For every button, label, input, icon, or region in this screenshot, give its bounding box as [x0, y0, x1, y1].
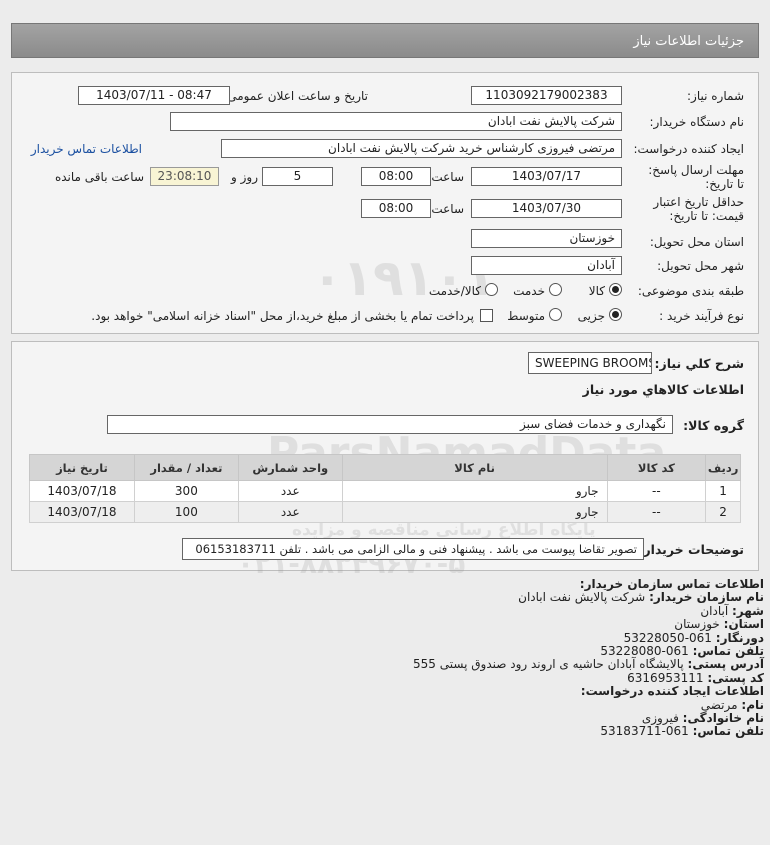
province-field: خوزستان	[471, 229, 622, 248]
goods-table: ردیف کد کالا نام کالا واحد شمارش تعداد /…	[29, 454, 741, 523]
radio-checked-icon	[609, 308, 622, 321]
contact-city: شهر: آبادان	[700, 603, 764, 618]
treasury-checkbox[interactable]	[480, 309, 493, 322]
validity-time-label: ساعت	[431, 202, 464, 216]
cell-unit: عدد	[237, 501, 343, 523]
category-service-radio[interactable]	[548, 282, 562, 298]
remaining-label: ساعت باقی مانده	[54, 170, 144, 184]
creator-name: نام: مرتضی	[700, 697, 764, 712]
process-small-radio[interactable]	[608, 307, 622, 323]
radio-unchecked-icon	[549, 308, 562, 321]
deadline-label: مهلت ارسال پاسخ: تا تاریخ:	[648, 163, 744, 191]
need-info-panel: ۰۱۹۱۰۱ شماره نیاز: 1103092179002383 تاری…	[11, 72, 759, 334]
general-desc-field: SWEEPING BROOMS	[528, 352, 652, 374]
watermark-subline: پایگاه اطلاع رسانی مناقصه و مزایده	[292, 520, 596, 540]
validity-date-field: 1403/07/30	[471, 199, 622, 218]
buyer-org-field: شرکت پالایش نفت ابادان	[170, 112, 622, 131]
process-medium-label: متوسط	[507, 309, 545, 323]
process-small-label: جزیی	[577, 309, 605, 323]
deadline-time-label: ساعت	[431, 170, 464, 184]
watermark-number: ۰۱۹۱۰۱	[312, 249, 496, 307]
buyer-notes-field: تصویر تقاضا پیوست می باشد . پیشنهاد فنی …	[182, 538, 644, 560]
need-number-field: 1103092179002383	[471, 86, 622, 105]
table-row: 2 -- جارو عدد 100 1403/07/18	[29, 501, 741, 523]
process-medium-radio[interactable]	[548, 307, 562, 323]
cell-code: --	[606, 501, 707, 523]
goods-group-label: گروه کالا:	[683, 418, 744, 433]
province-label: استان محل تحویل:	[649, 235, 744, 249]
buyer-contact-link[interactable]: اطلاعات تماس خریدار	[31, 142, 142, 156]
payment-note: پرداخت تمام یا بخشی از مبلغ خرید،از محل …	[91, 309, 474, 323]
category-label: طبقه بندی موضوعی:	[637, 284, 744, 298]
general-desc-label: شرح کلي نياز:	[654, 356, 744, 371]
cell-qty: 300	[133, 480, 239, 502]
buyer-org-label: نام دستگاه خریدار:	[649, 115, 745, 129]
creator-title: اطلاعات ایجاد کننده درخواست:	[580, 684, 764, 699]
col-row-header: ردیف	[705, 454, 741, 481]
category-service-label: خدمت	[513, 284, 545, 298]
goods-table-header: ردیف کد کالا نام کالا واحد شمارش تعداد /…	[29, 454, 741, 481]
col-name-header: نام کالا	[341, 454, 608, 481]
contact-address: آدرس پستی: پالایشگاه آبادان حاشیه ی ارون…	[413, 657, 764, 672]
contact-title: اطلاعات تماس سازمان خریدار:	[579, 577, 764, 591]
goods-panel: ParsNamadData مرکز فرآوری و ارائه اطلاعا…	[11, 341, 759, 580]
validity-time-field: 08:00	[361, 199, 431, 218]
contact-postal: کد پستی: 6316953111	[627, 670, 764, 685]
days-label: روز و	[231, 170, 258, 184]
city-field: آبادان	[471, 256, 622, 275]
contact-province: استان: خوزستان	[674, 617, 764, 632]
deadline-time-field: 08:00	[361, 167, 431, 186]
goods-info-title: اطلاعات کالاهاي مورد نياز	[582, 382, 744, 397]
cell-name: جارو	[341, 480, 608, 502]
category-goods-radio[interactable]	[608, 282, 622, 298]
creator-family: نام خانوادگی: فیروزی	[641, 711, 764, 726]
buyer-notes-label: توضیحات خریدار:	[638, 542, 744, 557]
remaining-timer: 23:08:10	[150, 167, 219, 186]
process-label: نوع فرآیند خرید :	[659, 309, 744, 323]
cell-date: 1403/07/18	[29, 501, 135, 523]
radio-unchecked-icon	[549, 283, 562, 296]
creator-label: ایجاد کننده درخواست:	[633, 142, 744, 156]
page-header: جزئیات اطلاعات نیاز	[11, 23, 759, 58]
category-both-label: کالا/خدمت	[428, 284, 481, 298]
cell-unit: عدد	[237, 480, 343, 502]
contact-org: نام سازمان خریدار: شرکت پالایش نفت ابادا…	[518, 590, 764, 605]
cell-date: 1403/07/18	[29, 480, 135, 502]
cell-row: 2	[705, 501, 741, 523]
need-number-label: شماره نیاز:	[687, 89, 744, 103]
creator-field: مرتضی فیروزی کارشناس خرید شرکت پالایش نف…	[221, 139, 622, 158]
days-field: 5	[262, 167, 333, 186]
radio-checked-icon	[609, 283, 622, 296]
col-code-header: کد کالا	[606, 454, 707, 481]
col-unit-header: واحد شمارش	[237, 454, 343, 481]
contact-fax: دورنگار: 061-53228050	[623, 630, 764, 645]
cell-code: --	[606, 480, 707, 502]
radio-unchecked-icon	[485, 283, 498, 296]
col-qty-header: تعداد / مقدار	[133, 454, 239, 481]
category-both-radio[interactable]	[484, 282, 498, 298]
category-goods-label: کالا	[588, 284, 605, 298]
contact-info: اطلاعات تماس سازمان خریدار: نام سازمان خ…	[413, 577, 764, 739]
announce-field: 1403/07/11 - 08:47	[78, 86, 230, 105]
col-date-header: تاریخ نیاز	[29, 454, 135, 481]
cell-row: 1	[705, 480, 741, 502]
city-label: شهر محل تحویل:	[657, 259, 744, 273]
table-row: 1 -- جارو عدد 300 1403/07/18	[29, 480, 741, 502]
goods-group-field: نگهداری و خدمات فضای سبز	[107, 415, 673, 434]
validity-label: حداقل تاریخ اعتبار قیمت: تا تاریخ:	[653, 195, 744, 223]
creator-phone: تلفن تماس: 061-53183711	[600, 724, 764, 739]
deadline-date-field: 1403/07/17	[471, 167, 622, 186]
announce-label: تاریخ و ساعت اعلان عمومی:	[223, 89, 368, 103]
page-title: جزئیات اطلاعات نیاز	[633, 34, 744, 49]
cell-name: جارو	[341, 501, 608, 523]
cell-qty: 100	[133, 501, 239, 523]
